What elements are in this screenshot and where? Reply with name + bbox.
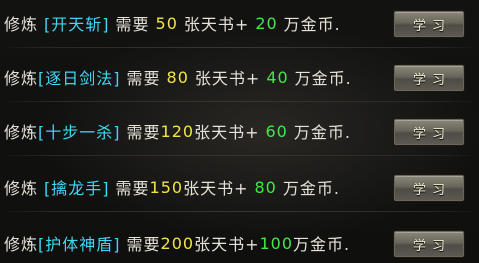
train-label: 修炼 xyxy=(4,15,39,34)
gold-unit: 万金币. xyxy=(293,123,351,142)
book-unit: 张天书+ xyxy=(183,15,250,34)
learn-button-label: 学习 xyxy=(412,126,451,142)
gold-count: 40 xyxy=(266,67,289,87)
skill-name: [护体神盾] xyxy=(38,235,121,254)
train-label: 修炼 xyxy=(4,179,39,198)
learn-button-label: 学习 xyxy=(412,72,451,88)
learn-button[interactable]: 学习 xyxy=(394,231,464,257)
gold-unit: 万金币. xyxy=(294,69,352,88)
skill-row: 修炼 [护体神盾] 需要 200 张天书+ 100 万金币. 学习 xyxy=(0,216,479,263)
book-unit: 张天书+ xyxy=(183,179,249,198)
learn-button[interactable]: 学习 xyxy=(394,11,464,37)
skill-requirement-text: 修炼 [护体神盾] 需要 200 张天书+ 100 万金币. xyxy=(4,230,350,256)
train-label: 修炼 xyxy=(4,123,39,142)
book-count: 50 xyxy=(155,13,178,33)
train-label: 修炼 xyxy=(4,69,39,88)
learn-button[interactable]: 学习 xyxy=(394,65,464,91)
learn-button[interactable]: 学习 xyxy=(394,119,464,145)
book-count: 200 xyxy=(160,233,195,253)
book-count: 150 xyxy=(149,177,184,197)
skill-requirement-text: 修炼 [擒龙手] 需要 150 张天书+ 80 万金币. xyxy=(4,174,340,200)
skill-row: 修炼 [逐日剑法] 需要 80 张天书+ 40 万金币. 学习 xyxy=(0,50,479,102)
skill-row: 修炼 [十步一杀] 需要 120 张天书+ 60 万金币. 学习 xyxy=(0,104,479,156)
skill-requirement-text: 修炼 [开天斩] 需要 50 张天书+ 20 万金币. xyxy=(4,10,341,36)
book-unit: 张天书+ xyxy=(194,235,260,254)
book-unit: 张天书+ xyxy=(194,123,260,142)
need-label: 需要 xyxy=(126,69,161,88)
skill-name: [逐日剑法] xyxy=(38,69,121,88)
gold-count: 100 xyxy=(259,233,294,253)
learn-button[interactable]: 学习 xyxy=(394,175,464,201)
skill-row: 修炼 [开天斩] 需要 50 张天书+ 20 万金币. 学习 xyxy=(0,0,479,48)
skill-requirement-text: 修炼 [十步一杀] 需要 120 张天书+ 60 万金币. xyxy=(4,118,351,144)
need-label: 需要 xyxy=(115,179,150,198)
train-label: 修炼 xyxy=(4,235,39,254)
gold-count: 20 xyxy=(255,13,278,33)
learn-button-label: 学习 xyxy=(412,182,451,198)
need-label: 需要 xyxy=(115,15,150,34)
skill-requirement-text: 修炼 [逐日剑法] 需要 80 张天书+ 40 万金币. xyxy=(4,64,352,90)
skill-name: [十步一杀] xyxy=(38,123,121,142)
skill-name: [开天斩] xyxy=(44,15,110,34)
skill-name: [擒龙手] xyxy=(44,179,110,198)
gold-count: 80 xyxy=(254,177,277,197)
skill-row: 修炼 [擒龙手] 需要 150 张天书+ 80 万金币. 学习 xyxy=(0,160,479,212)
skill-learn-panel: 修炼 [开天斩] 需要 50 张天书+ 20 万金币. 学习 修炼 [逐日剑法]… xyxy=(0,0,479,263)
need-label: 需要 xyxy=(126,235,161,254)
gold-unit: 万金币. xyxy=(282,179,340,198)
book-unit: 张天书+ xyxy=(194,69,261,88)
gold-count: 60 xyxy=(265,121,288,141)
learn-button-label: 学习 xyxy=(412,18,451,34)
gold-unit: 万金币. xyxy=(283,15,341,34)
gold-unit: 万金币. xyxy=(293,235,351,254)
learn-button-label: 学习 xyxy=(412,238,451,254)
book-count: 80 xyxy=(166,67,189,87)
book-count: 120 xyxy=(160,121,195,141)
need-label: 需要 xyxy=(126,123,161,142)
